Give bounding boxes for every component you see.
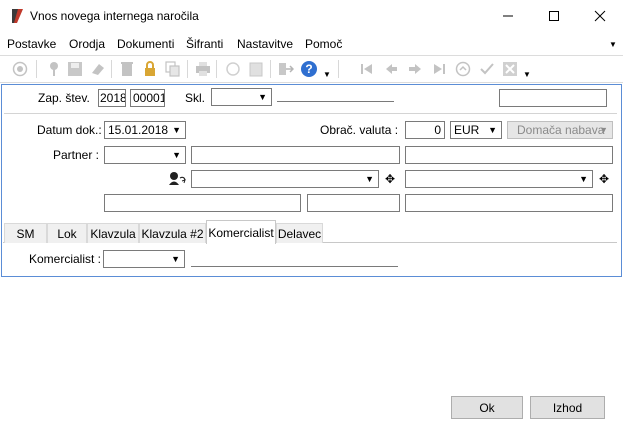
contact-select[interactable]: ▼ [191, 170, 379, 188]
obrac-valuta-label: Obrač. valuta : [320, 123, 399, 137]
last-icon[interactable] [430, 60, 448, 78]
app-icon [9, 8, 25, 24]
maximize-icon[interactable] [531, 0, 577, 31]
tab-komercialist[interactable]: Komercialist [206, 220, 276, 244]
chevron-down-icon: ▼ [599, 125, 608, 135]
exit-icon[interactable] [277, 60, 295, 78]
currency-value: EUR [454, 123, 480, 137]
toolbar-separator [187, 60, 188, 78]
partner-name-field[interactable] [191, 146, 400, 164]
next-icon[interactable] [406, 60, 424, 78]
chevron-down-icon: ▼ [171, 254, 180, 264]
chevron-down-icon: ▼ [258, 92, 267, 102]
help-icon[interactable]: ? [300, 60, 318, 78]
partner-select[interactable]: ▼ [104, 146, 186, 164]
partner-extra-field[interactable] [405, 146, 613, 164]
menu-sifranti[interactable]: Šifranti [186, 37, 223, 51]
tab-klavzula-2[interactable]: Klavzula #2 [139, 223, 206, 243]
tab-klavzula[interactable]: Klavzula [87, 223, 139, 243]
close-icon[interactable] [577, 0, 623, 31]
skl-label: Skl. [185, 91, 206, 105]
nabava-value: Domača nabava [517, 123, 605, 137]
zap-stev-label: Zap. štev. [38, 91, 90, 105]
datum-dok-label: Datum dok.: [37, 123, 102, 137]
chevron-down-icon: ▼ [488, 125, 497, 135]
contact-select-2[interactable]: ▼ [405, 170, 593, 188]
year-input[interactable]: 2018 [98, 89, 126, 107]
menu-overflow-icon[interactable]: ▼ [609, 40, 617, 49]
lock-icon[interactable] [141, 60, 159, 78]
help-dropdown-icon[interactable]: ▼ [323, 70, 331, 79]
skl-description [277, 101, 394, 102]
currency-select[interactable]: EUR ▼ [450, 121, 502, 139]
skl-select[interactable]: ▼ [211, 88, 272, 106]
chevron-down-icon: ▼ [579, 174, 588, 184]
toolbar-separator [36, 60, 37, 78]
tab-lok[interactable]: Lok [47, 223, 87, 243]
city-field[interactable] [405, 194, 613, 212]
chevron-down-icon: ▼ [172, 125, 181, 135]
toolbar-overflow-icon[interactable]: ▼ [523, 70, 531, 79]
minimize-icon[interactable] [485, 0, 531, 31]
datum-dok-picker[interactable]: 15.01.2018 ▼ [104, 121, 186, 139]
post-code-field[interactable] [307, 194, 400, 212]
refresh-icon[interactable] [11, 60, 29, 78]
address-field[interactable] [104, 194, 301, 212]
chevron-down-icon: ▼ [172, 150, 181, 160]
save-icon[interactable] [66, 60, 84, 78]
komercialist-name [191, 266, 398, 267]
confirm-icon[interactable] [478, 60, 496, 78]
pin-icon[interactable] [45, 60, 63, 78]
menu-orodja[interactable]: Orodja [69, 37, 105, 51]
cancel-icon[interactable] [501, 60, 519, 78]
toolbar-separator [216, 60, 217, 78]
menu-dokumenti[interactable]: Dokumenti [117, 37, 174, 51]
tab-delavec[interactable]: Delavec [276, 223, 323, 243]
partner-label: Partner : [53, 148, 100, 162]
first-icon[interactable] [358, 60, 376, 78]
contact-person-icon[interactable] [168, 171, 186, 185]
komercialist-select[interactable]: ▼ [103, 250, 185, 268]
toolbar-separator [270, 60, 271, 78]
copy-icon[interactable] [164, 60, 182, 78]
delete-icon[interactable] [118, 60, 136, 78]
add-contact-2-icon[interactable]: ✥ [597, 172, 611, 186]
nabava-select: Domača nabava ▼ [507, 121, 613, 139]
up-icon[interactable] [454, 60, 472, 78]
print-icon[interactable] [194, 60, 212, 78]
toolbar-separator [338, 60, 339, 78]
clipboard-icon[interactable] [247, 60, 265, 78]
toolbar-separator [111, 60, 112, 78]
menu-pomoc[interactable]: Pomoč [305, 37, 342, 51]
eraser-icon[interactable] [89, 60, 107, 78]
komercialist-label: Komercialist : [29, 252, 102, 266]
attach-icon[interactable] [224, 60, 242, 78]
menu-nastavitve[interactable]: Nastavitve [237, 37, 293, 51]
exchange-rate-input[interactable]: 0 [405, 121, 445, 139]
group-divider [4, 113, 617, 114]
svg-text:?: ? [305, 62, 312, 76]
add-contact-icon[interactable]: ✥ [383, 172, 397, 186]
tab-sm[interactable]: SM [4, 223, 47, 243]
header-right-field[interactable] [499, 89, 607, 107]
ok-button[interactable]: Ok [451, 396, 523, 419]
izhod-button[interactable]: Izhod [530, 396, 605, 419]
number-input[interactable]: 00001 [130, 89, 165, 107]
menu-postavke[interactable]: Postavke [7, 37, 56, 51]
window-title: Vnos novega internega naročila [30, 9, 199, 23]
prev-icon[interactable] [382, 60, 400, 78]
datum-dok-value: 15.01.2018 [108, 123, 169, 137]
chevron-down-icon: ▼ [365, 174, 374, 184]
